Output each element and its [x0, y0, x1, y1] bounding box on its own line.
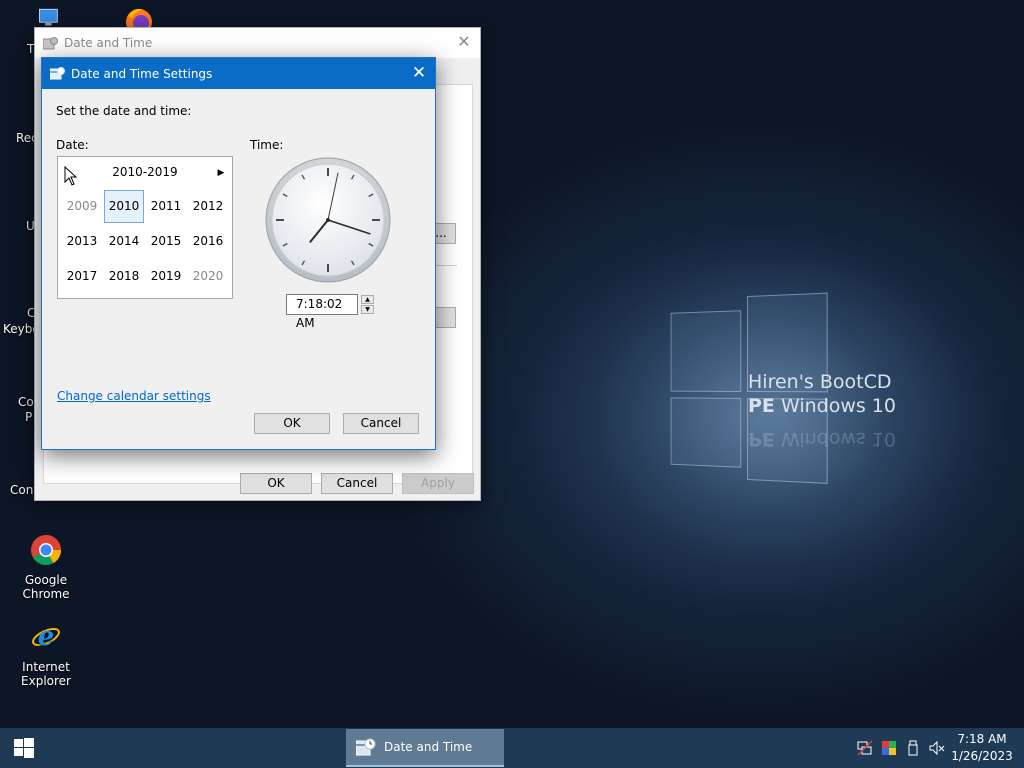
taskbar-clock[interactable]: 7:18 AM 1/26/2023: [946, 731, 1018, 765]
windows-start-icon: [14, 738, 34, 758]
ok-button[interactable]: OK: [240, 473, 312, 494]
change-calendar-settings-link[interactable]: Change calendar settings: [57, 389, 211, 403]
taskbar-date: 1/26/2023: [951, 749, 1013, 763]
date-time-icon: [43, 36, 58, 49]
analog-clock: [265, 157, 391, 283]
date-time-icon: [50, 67, 65, 80]
dialog-title-bar[interactable]: Date and Time Settings: [42, 58, 435, 89]
cancel-button[interactable]: Cancel: [343, 413, 419, 434]
time-input[interactable]: 7:18:02 AM: [286, 294, 358, 330]
taskbar: Date and Time 7:18 AM 1/26/2023: [0, 728, 1024, 768]
svg-text:e: e: [38, 622, 55, 652]
desktop-icon-google-chrome[interactable]: Google Chrome: [0, 534, 92, 601]
ok-button[interactable]: OK: [254, 413, 330, 434]
calendar-header[interactable]: 2010-2019: [58, 165, 232, 179]
dialog-title: Date and Time Settings: [71, 66, 213, 81]
spin-down-icon[interactable]: ▼: [361, 305, 374, 314]
year-cell[interactable]: 2016: [188, 225, 228, 258]
year-cell[interactable]: 2015: [146, 225, 186, 258]
title-bar[interactable]: Date and Time: [35, 28, 480, 58]
desktop-icon-internet-explorer[interactable]: e Internet Explorer: [0, 621, 92, 688]
volume-muted-icon[interactable]: [929, 740, 945, 756]
taskbar-time: 7:18 AM: [957, 732, 1007, 746]
mouse-cursor-icon: [64, 166, 78, 186]
apply-button[interactable]: Apply: [402, 473, 474, 494]
brand-line1: Hiren's BootCD: [748, 371, 892, 393]
window-title: Date and Time: [64, 36, 153, 50]
instruction-label: Set the date and time:: [56, 104, 192, 118]
desktop-label-partial-5: Co: [18, 395, 34, 409]
next-decade-icon[interactable]: ▶: [216, 167, 226, 179]
time-spinner[interactable]: ▲ ▼: [361, 295, 374, 315]
brand-line2: PE Windows 10: [748, 395, 896, 417]
desktop: Hiren's BootCD PE Windows 10 PE Windows …: [0, 0, 1024, 728]
year-cell[interactable]: 2017: [62, 260, 102, 293]
year-cell[interactable]: 2013: [62, 225, 102, 258]
usb-drive-icon[interactable]: [905, 740, 921, 756]
start-button[interactable]: [0, 728, 48, 768]
calendar: 2010-2019 ▶ 2009 2010 2011 2012 2013 2014 2015…: [57, 156, 233, 299]
year-cell[interactable]: 2019: [146, 260, 186, 293]
time-label: Time:: [250, 138, 284, 152]
taskbar-item-date-and-time[interactable]: Date and Time: [346, 729, 504, 767]
year-cell[interactable]: 2020: [188, 260, 228, 293]
chrome-icon: [31, 535, 62, 566]
date-label: Date:: [56, 138, 89, 152]
year-cell[interactable]: 2010: [104, 190, 144, 223]
date-time-icon: [356, 738, 376, 756]
year-cell[interactable]: 2012: [188, 190, 228, 223]
taskbar-item-label: Date and Time: [384, 740, 473, 754]
date-and-time-settings-dialog: Date and Time Settings ✕ Set the date an…: [41, 57, 436, 450]
display-color-icon[interactable]: [881, 740, 897, 756]
network-icon[interactable]: [857, 740, 873, 756]
close-icon[interactable]: ✕: [456, 34, 472, 50]
cancel-button[interactable]: Cancel: [321, 473, 393, 494]
desktop-icon-label: Google Chrome: [22, 573, 70, 601]
year-cell[interactable]: 2011: [146, 190, 186, 223]
year-cell[interactable]: 2014: [104, 225, 144, 258]
year-cell[interactable]: 2009: [62, 190, 102, 223]
desktop-label-partial-6: P: [25, 410, 33, 424]
desktop-icon-label: Internet Explorer: [21, 660, 71, 688]
year-cell[interactable]: 2018: [104, 260, 144, 293]
close-icon[interactable]: ✕: [410, 64, 428, 82]
brand-reflection: PE Windows 10: [748, 428, 896, 450]
system-tray: [857, 728, 953, 768]
internet-explorer-icon: e: [32, 622, 60, 652]
spin-up-icon[interactable]: ▲: [361, 295, 374, 304]
wallpaper-brand: Hiren's BootCD PE Windows 10: [748, 370, 896, 418]
